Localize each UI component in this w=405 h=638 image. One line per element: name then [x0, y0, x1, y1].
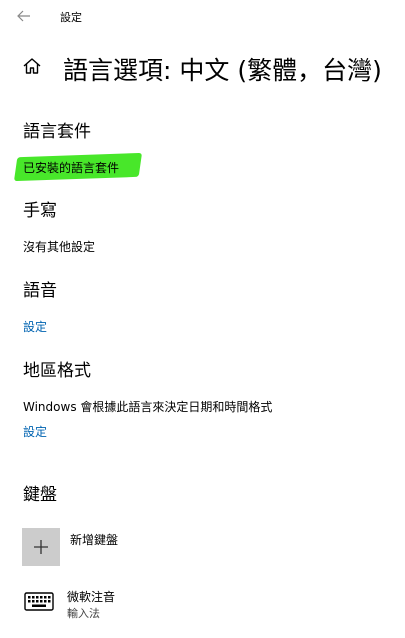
speech-settings-link[interactable]: 設定	[23, 318, 47, 335]
back-arrow-icon	[17, 10, 30, 22]
handwriting-heading: 手寫	[23, 201, 57, 221]
keyboard-icon	[24, 590, 56, 614]
keyboards-heading: 鍵盤	[23, 485, 57, 505]
speech-heading: 語音	[23, 281, 57, 301]
region-format-heading: 地區格式	[23, 361, 91, 381]
window-title: 設定	[60, 11, 82, 24]
region-format-description: Windows 會根據此語言來決定日期和時間格式	[23, 400, 273, 414]
add-keyboard-label[interactable]: 新增鍵盤	[70, 531, 118, 548]
keyboard-item-name[interactable]: 微軟注音	[67, 588, 115, 605]
keyboard-item-subtitle: 輸入法	[67, 607, 100, 620]
home-button[interactable]	[22, 56, 44, 78]
plus-icon	[34, 540, 48, 554]
add-keyboard-button[interactable]	[22, 528, 60, 566]
handwriting-status: 沒有其他設定	[23, 240, 96, 254]
page-title: 語言選項: 中文 (繁體，台灣)	[63, 56, 382, 85]
page-header: 語言選項: 中文 (繁體，台灣)	[22, 48, 402, 88]
language-pack-heading: 語言套件	[23, 122, 91, 142]
region-format-settings-link[interactable]: 設定	[23, 423, 47, 440]
language-pack-status: 已安裝的語言套件	[23, 161, 120, 175]
back-button[interactable]	[12, 4, 36, 28]
title-bar: 設定	[0, 0, 405, 32]
home-icon	[23, 58, 41, 74]
